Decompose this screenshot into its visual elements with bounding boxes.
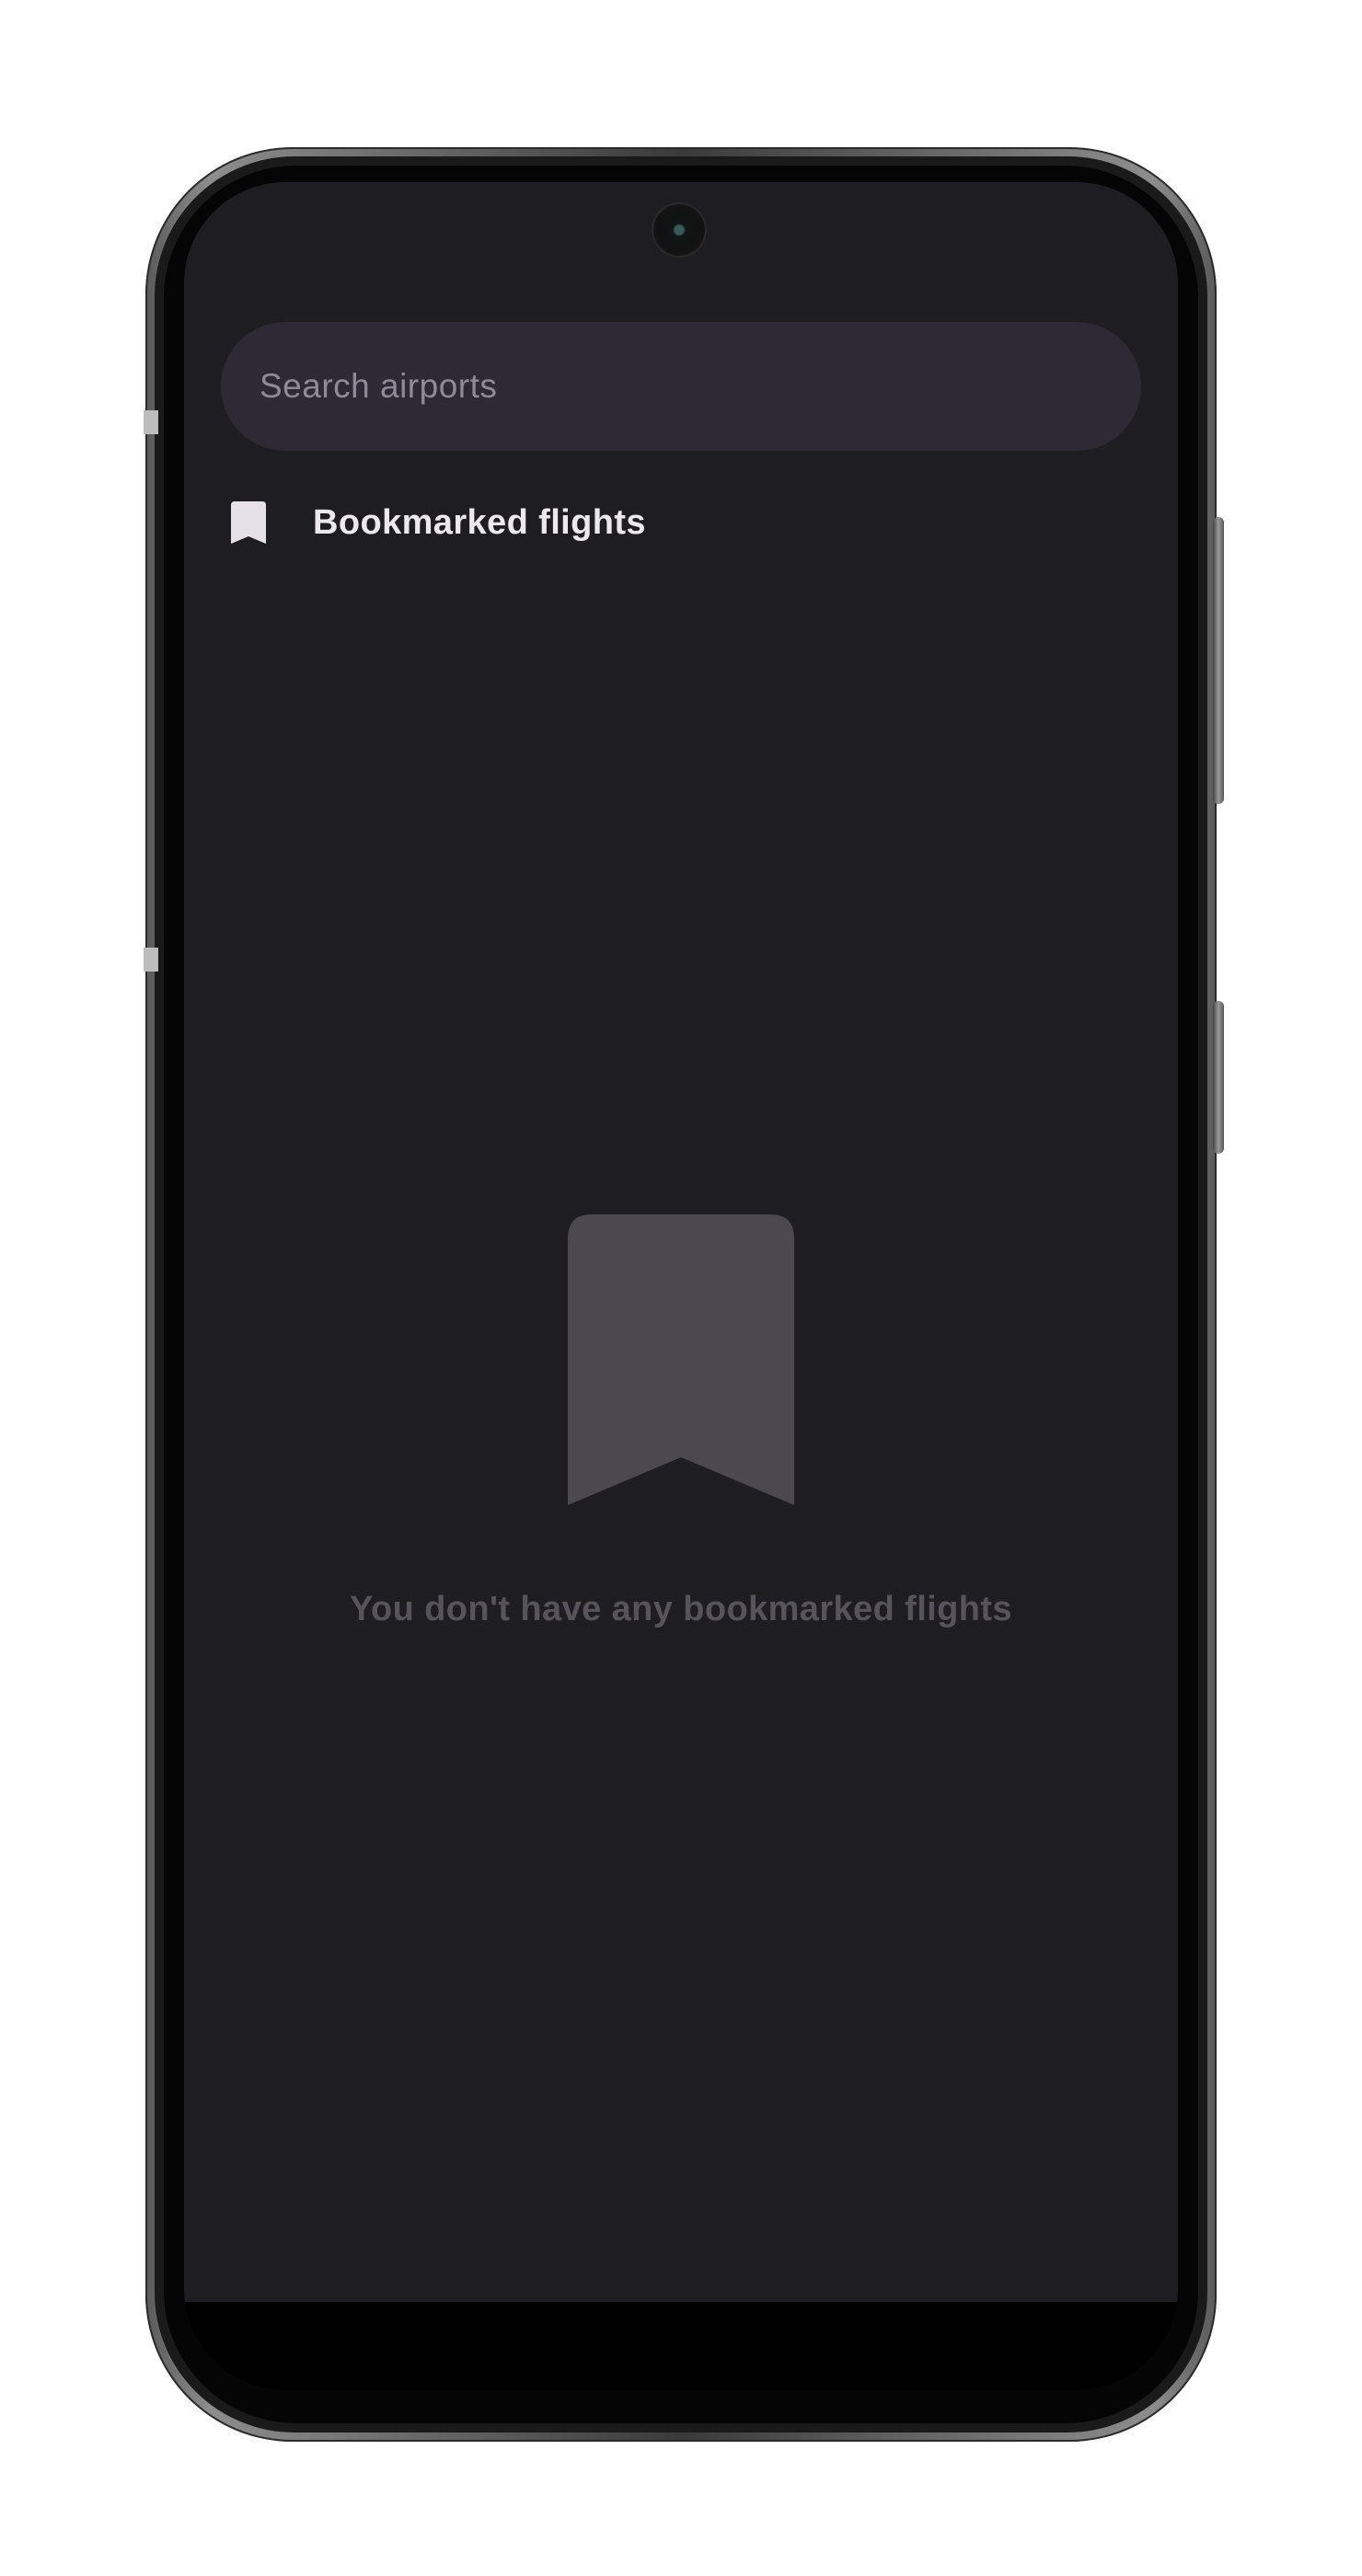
power-button <box>1213 517 1224 804</box>
search-bar[interactable] <box>221 322 1141 451</box>
device-stage: Bookmarked flights You don't have any bo… <box>0 0 1362 2576</box>
antenna-line <box>144 948 158 972</box>
empty-state-message: You don't have any bookmarked flights <box>350 1590 1012 1628</box>
search-input[interactable] <box>258 366 1141 407</box>
front-camera <box>653 204 705 256</box>
system-navigation-bar <box>184 2302 1178 2390</box>
bookmark-icon <box>231 501 266 544</box>
bookmark-icon <box>568 1214 794 1505</box>
volume-button <box>1213 1001 1224 1154</box>
antenna-line <box>144 410 158 434</box>
app-screen: Bookmarked flights You don't have any bo… <box>184 182 1178 2390</box>
bookmarked-flights-header: Bookmarked flights <box>221 486 646 559</box>
bookmarked-flights-title: Bookmarked flights <box>313 502 646 542</box>
